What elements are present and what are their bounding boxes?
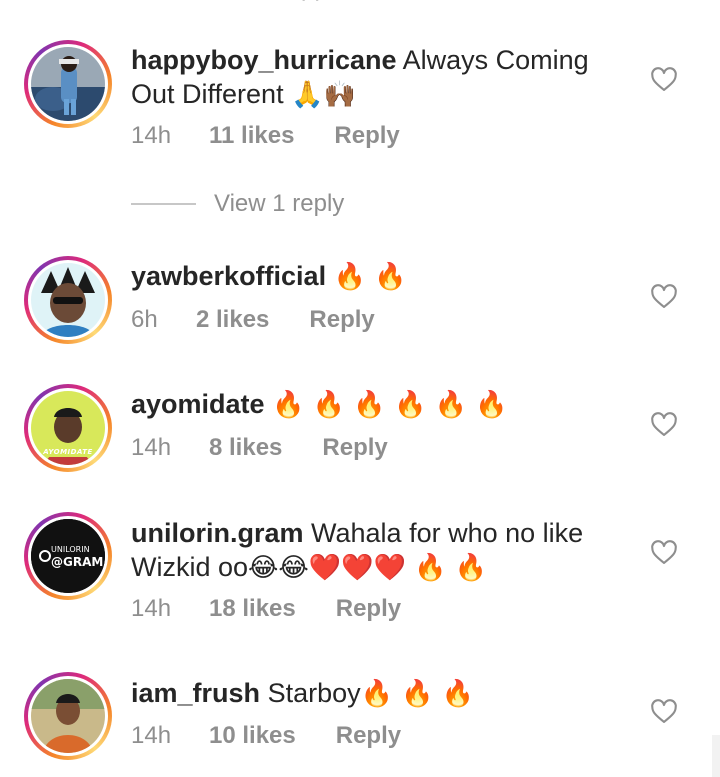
comment-body: iam_frush Starboy🔥 🔥 🔥	[131, 676, 631, 711]
avatar-image-happyboy	[31, 47, 105, 121]
comment-body: yawberkofficial 🔥 🔥	[131, 259, 631, 294]
reply-button[interactable]: Reply	[334, 121, 399, 151]
comment-emoji: 🙏🙌🏾	[291, 80, 356, 110]
like-heart-icon[interactable]	[650, 698, 678, 726]
comment-meta: 14h 10 likes Reply	[131, 721, 401, 751]
comment-time: 14h	[131, 434, 172, 461]
reply-button[interactable]: Reply	[336, 721, 401, 751]
comment-body: unilorin.gram Wahala for who no like Wiz…	[131, 516, 631, 585]
view-replies-divider	[131, 203, 196, 205]
avatar-image-iam-frush	[31, 679, 105, 753]
comment-likes[interactable]: 8 likes	[209, 433, 282, 463]
comment-likes[interactable]: 10 likes	[209, 721, 296, 751]
comment-body: ayomidate 🔥 🔥 🔥 🔥 🔥 🔥	[131, 387, 631, 422]
comment-emoji: 😂😂❤️❤️❤️ 🔥 🔥	[248, 553, 488, 583]
comment-meta: 14h 18 likes Reply	[131, 594, 401, 624]
avatar	[31, 263, 105, 337]
view-replies-label: View 1 reply	[214, 190, 345, 217]
comment-username[interactable]: unilorin.gram	[131, 518, 304, 548]
comment-time: 14h	[131, 122, 172, 149]
comment-likes[interactable]: 11 likes	[209, 121, 294, 151]
reply-button[interactable]: Reply	[309, 305, 374, 335]
ayomidate-badge-text: AYOMIDATE	[43, 448, 93, 456]
comment-emoji: 🔥 🔥 🔥	[360, 679, 475, 709]
avatar: UNILORIN @GRAM	[31, 519, 105, 593]
scroll-indicator[interactable]	[712, 735, 720, 777]
comment-meta: 14h 11 likes Reply	[131, 121, 400, 151]
reply-button[interactable]: Reply	[336, 594, 401, 624]
comment-meta: 6h 2 likes Reply	[131, 305, 375, 335]
comment-username[interactable]: happyboy_hurricane	[131, 45, 397, 75]
reply-button[interactable]: Reply	[322, 433, 387, 463]
like-heart-icon[interactable]	[650, 411, 678, 439]
comment-time: 14h	[131, 595, 172, 622]
comment-meta: 14h 8 likes Reply	[131, 433, 388, 463]
avatar-story-ring[interactable]: AYOMIDATE	[24, 384, 112, 472]
comment-username[interactable]: yawberkofficial	[131, 261, 326, 291]
comment-body: happyboy_hurricane Always Coming Out Dif…	[131, 43, 631, 112]
comment-likes[interactable]: 2 likes	[196, 305, 269, 335]
view-replies-button[interactable]: View 1 reply	[131, 190, 344, 218]
comment-username[interactable]: iam_frush	[131, 678, 260, 708]
like-heart-icon[interactable]	[650, 539, 678, 567]
comment-emoji: 🔥 🔥 🔥 🔥 🔥 🔥	[272, 390, 508, 420]
comment-emoji: 🔥 🔥	[333, 262, 407, 292]
comment-likes[interactable]: 18 likes	[209, 594, 296, 624]
like-heart-icon[interactable]	[650, 66, 678, 94]
avatar: AYOMIDATE	[31, 391, 105, 465]
unilorin-logo-text-2: @GRAM	[51, 555, 104, 569]
unilorin-logo-text-1: UNILORIN	[51, 545, 90, 554]
avatar-image-yawberk	[31, 263, 105, 337]
avatar-story-ring[interactable]: UNILORIN @GRAM	[24, 512, 112, 600]
comment-text: Starboy	[267, 678, 361, 708]
comment-username[interactable]: ayomidate	[131, 389, 265, 419]
avatar-story-ring[interactable]	[24, 672, 112, 760]
avatar	[31, 47, 105, 121]
avatar-story-ring[interactable]	[24, 40, 112, 128]
comment-time: 14h	[131, 722, 172, 749]
avatar-story-ring[interactable]	[24, 256, 112, 344]
comment-time: 6h	[131, 306, 158, 333]
like-heart-icon[interactable]	[650, 283, 678, 311]
avatar	[31, 679, 105, 753]
top-cut-off-text: · ·	[300, 0, 340, 4]
